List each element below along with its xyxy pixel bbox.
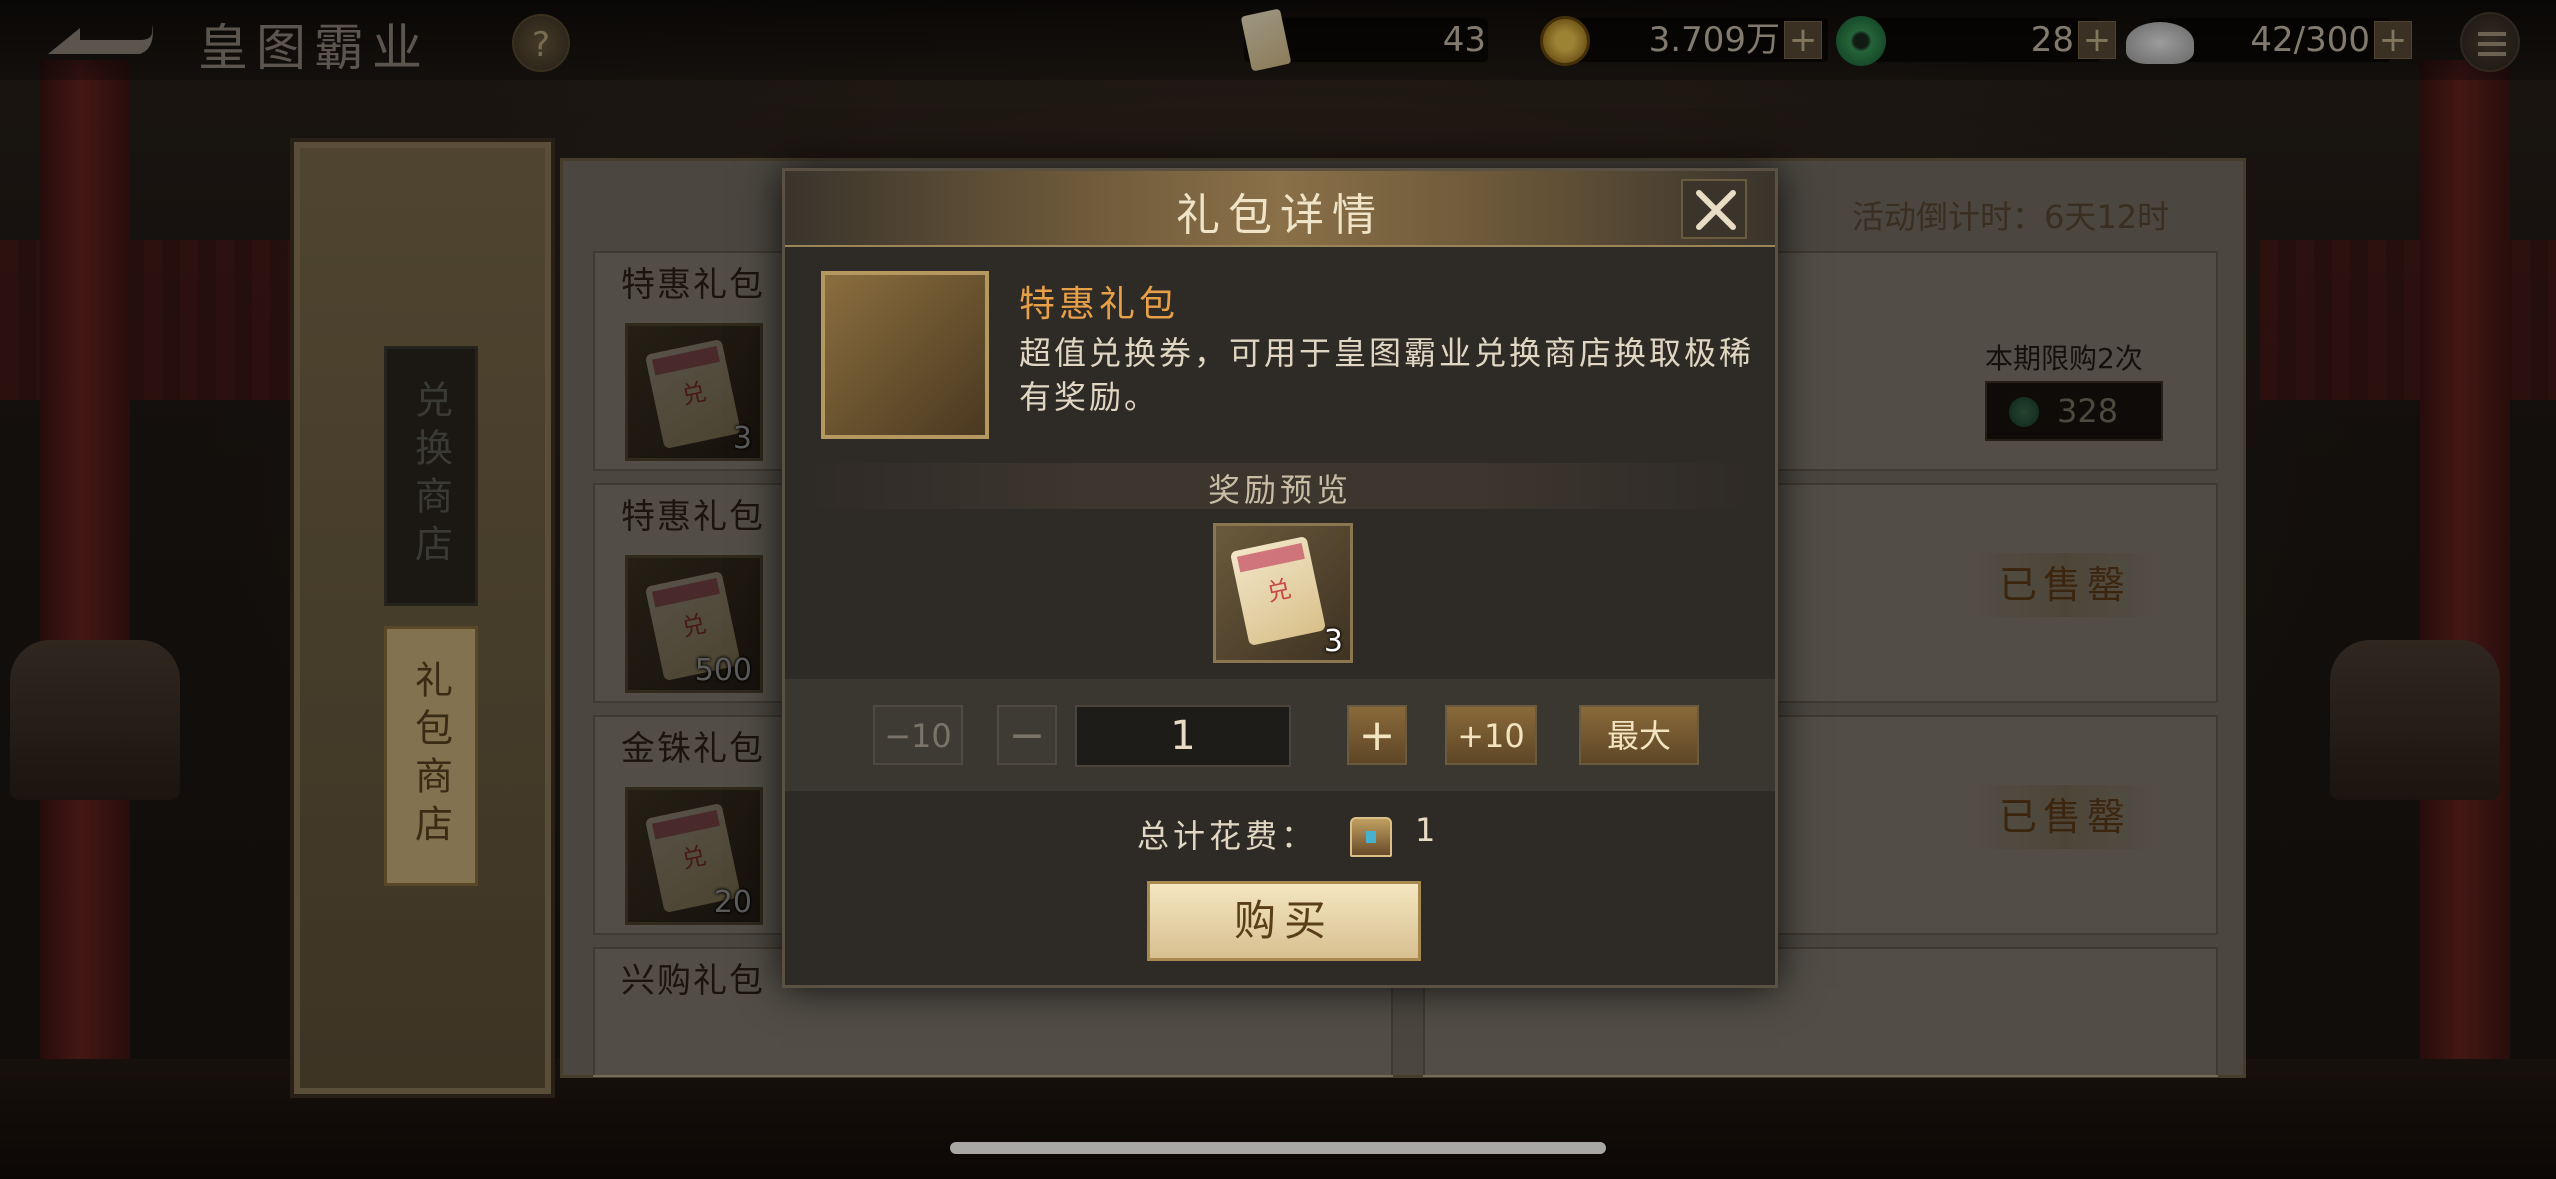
treasure-chest-icon xyxy=(1350,817,1392,857)
event-countdown: 活动倒计时：6天12时 xyxy=(1852,198,2170,236)
item-description: 超值兑换券，可用于皇图霸业兑换商店换取极稀有奖励。 xyxy=(1019,334,1755,416)
minus-ten-button[interactable]: −10 xyxy=(873,705,963,765)
exchange-ticket-icon xyxy=(861,299,957,417)
max-button[interactable]: 最大 xyxy=(1579,705,1699,765)
minus-button[interactable]: − xyxy=(997,705,1057,765)
plus-ten-button[interactable]: +10 xyxy=(1445,705,1537,765)
modal-header: 礼包详情 xyxy=(785,171,1775,247)
total-cost-label: 总计花费： xyxy=(1137,817,1318,855)
reward-item-inner: 3 xyxy=(1213,523,1351,661)
total-cost-value: 1 xyxy=(1415,811,1436,849)
close-button[interactable] xyxy=(1681,179,1747,239)
buy-button[interactable]: 购买 xyxy=(1147,881,1421,961)
plus-button[interactable]: + xyxy=(1347,705,1407,765)
close-icon xyxy=(1696,190,1736,230)
modal-title: 礼包详情 xyxy=(1176,190,1384,241)
item-name: 特惠礼包 xyxy=(1019,284,1180,325)
reward-preview-label: 奖励预览 xyxy=(1207,471,1352,509)
gift-pack-detail-modal: 礼包详情 特惠礼包 超值兑换券，可用于皇图霸业兑换商店换取极稀有奖励。 奖励预览… xyxy=(782,168,1778,988)
exchange-ticket-icon xyxy=(1229,535,1327,647)
item-icon-slot xyxy=(821,271,989,439)
reward-item-slot[interactable]: 3 xyxy=(1213,523,1353,663)
quantity-input[interactable]: 1 xyxy=(1075,705,1291,767)
reward-count: 3 xyxy=(1323,624,1343,659)
home-indicator[interactable] xyxy=(950,1142,1606,1154)
